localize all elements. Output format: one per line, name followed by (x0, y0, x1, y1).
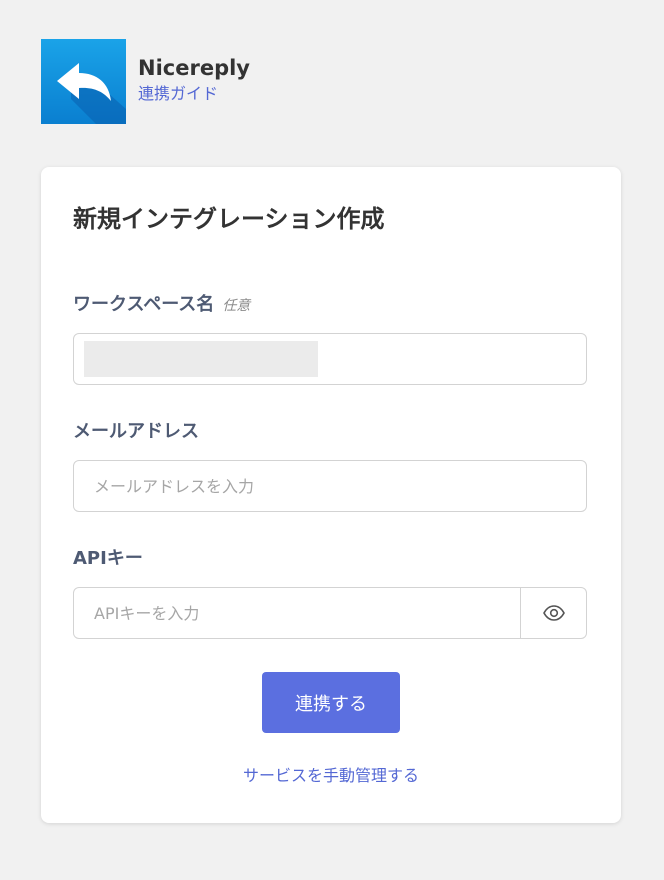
manage-service-manually-link[interactable]: サービスを手動管理する (41, 765, 621, 787)
nicereply-logo (41, 39, 126, 124)
api-key-field[interactable] (74, 588, 520, 638)
toggle-visibility-button[interactable] (520, 588, 586, 638)
integration-form-card: 新規インテグレーション作成 ワークスペース名任意 メールアドレス APIキー 連… (41, 167, 621, 823)
reply-arrow-icon (57, 63, 126, 124)
app-header: Nicereply 連携ガイド (41, 39, 250, 124)
email-field-wrapper (73, 460, 587, 512)
page-title: 新規インテグレーション作成 (73, 205, 385, 233)
connect-button[interactable]: 連携する (262, 672, 400, 733)
redacted-value (84, 341, 318, 377)
email-label: メールアドレス (73, 421, 199, 442)
workspace-name-label: ワークスペース名 任意 (73, 293, 250, 318)
workspace-name-label-text: ワークスペース名 (73, 294, 215, 315)
workspace-name-field[interactable] (73, 333, 587, 385)
integration-guide-link[interactable]: 連携ガイド (138, 83, 250, 105)
optional-tag: 任意 (222, 298, 251, 314)
app-name: Nicereply (138, 56, 250, 80)
eye-icon (542, 605, 565, 621)
api-key-field-wrapper (73, 587, 587, 639)
email-field[interactable] (74, 461, 586, 511)
api-key-label: APIキー (73, 548, 143, 569)
